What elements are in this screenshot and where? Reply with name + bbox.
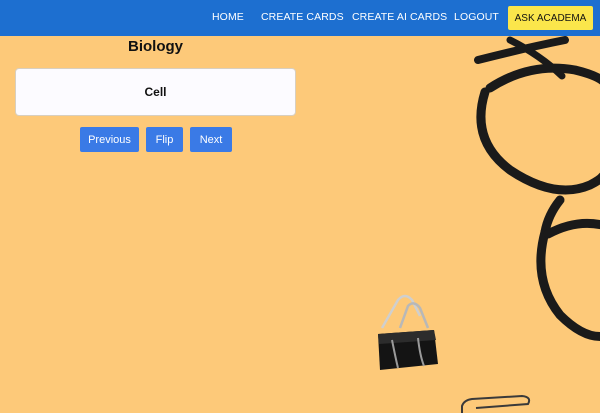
nav-logout-link[interactable]: LOGOUT xyxy=(454,11,499,23)
binder-clip-image xyxy=(378,294,438,370)
deck-title: Biology xyxy=(128,38,183,55)
desk-background-image xyxy=(378,36,600,413)
paper-clip-image xyxy=(461,394,531,413)
nav-create-ai-cards-link[interactable]: CREATE AI CARDS xyxy=(352,11,447,23)
nav-create-cards-link[interactable]: CREATE CARDS xyxy=(261,11,344,23)
flashcard[interactable]: Cell xyxy=(15,68,296,116)
next-button[interactable]: Next xyxy=(190,127,232,152)
flip-button[interactable]: Flip xyxy=(146,127,183,152)
top-navbar: HOME CREATE CARDS CREATE AI CARDS LOGOUT… xyxy=(0,0,600,36)
nav-home-link[interactable]: HOME xyxy=(212,11,244,23)
eyeglasses-image xyxy=(474,36,600,342)
flashcard-text: Cell xyxy=(144,85,167,99)
ask-academa-button[interactable]: ASK ACADEMA xyxy=(508,6,593,30)
previous-button[interactable]: Previous xyxy=(80,127,139,152)
